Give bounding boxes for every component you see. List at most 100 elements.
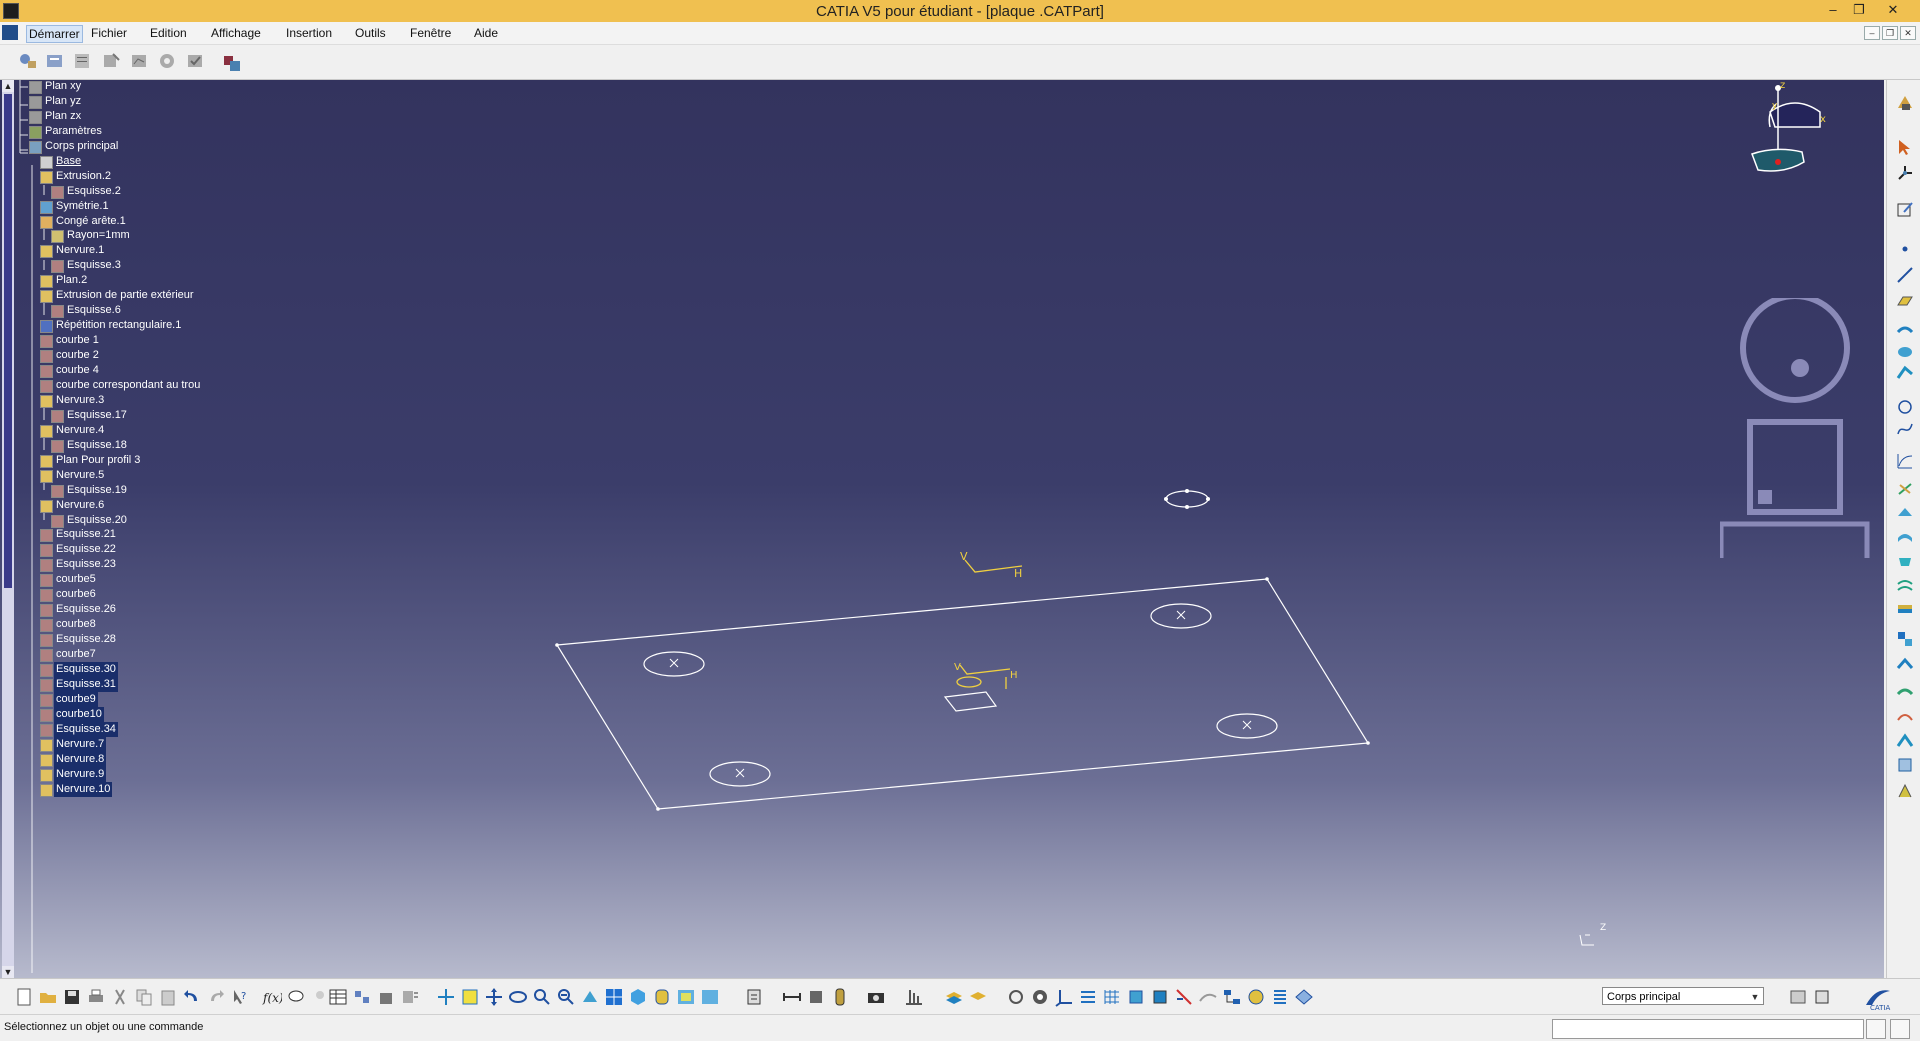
formula-fx-icon[interactable]: f(x) — [262, 987, 282, 1007]
rotate-icon[interactable] — [508, 987, 528, 1007]
command-list-icon[interactable] — [1866, 1019, 1886, 1039]
undo-icon[interactable] — [182, 987, 202, 1007]
zoom-in-icon[interactable] — [532, 987, 552, 1007]
cube-icon[interactable] — [1126, 987, 1146, 1007]
helix-icon[interactable] — [1896, 480, 1914, 498]
sweep-icon[interactable] — [1896, 364, 1914, 382]
revolve-icon[interactable] — [1896, 342, 1914, 360]
axis-icon[interactable] — [1054, 987, 1074, 1007]
restore-button[interactable]: ❐ — [1846, 2, 1872, 18]
refresh-icon[interactable] — [1006, 987, 1026, 1007]
law-icon[interactable] — [129, 51, 149, 71]
loft-icon[interactable] — [1896, 504, 1914, 522]
hide-show-icon[interactable] — [676, 987, 696, 1007]
sketcher-workbench-icon[interactable] — [1896, 94, 1914, 112]
design-table-icon[interactable] — [72, 51, 92, 71]
doc-minimize-button[interactable]: – — [1864, 26, 1880, 40]
properties-icon[interactable] — [400, 987, 420, 1007]
help-icon[interactable]: ? — [230, 987, 250, 1007]
pan-icon[interactable] — [484, 987, 504, 1007]
swap-visible-icon[interactable] — [700, 987, 720, 1007]
normal-view-icon[interactable] — [580, 987, 600, 1007]
snap-grid-icon[interactable] — [1102, 987, 1122, 1007]
material-icon[interactable] — [830, 987, 850, 1007]
spline-icon[interactable] — [1896, 420, 1914, 438]
table-icon[interactable] — [328, 987, 348, 1007]
break-icon[interactable] — [1174, 987, 1194, 1007]
hand-icon[interactable] — [1030, 987, 1050, 1007]
print-icon[interactable] — [86, 987, 106, 1007]
blend-icon[interactable] — [1896, 576, 1914, 594]
body-select-icon[interactable] — [1294, 987, 1314, 1007]
current-body-dropdown[interactable]: Corps principal ▼ — [1602, 987, 1764, 1005]
analysis-icon[interactable] — [1246, 987, 1266, 1007]
hierarchy-icon[interactable] — [1222, 987, 1242, 1007]
grid-tools-icon[interactable] — [904, 987, 924, 1007]
knowledge-icon[interactable] — [157, 51, 177, 71]
list-icon[interactable] — [1270, 987, 1290, 1007]
menu-aide[interactable]: Aide — [472, 25, 500, 41]
comment-icon[interactable] — [286, 987, 306, 1007]
measure-icon[interactable] — [352, 987, 372, 1007]
zoom-out-icon[interactable] — [556, 987, 576, 1007]
multi-view-icon[interactable] — [604, 987, 624, 1007]
fit-all-icon[interactable] — [460, 987, 480, 1007]
point-icon[interactable] — [1896, 240, 1914, 258]
menu-demarrer[interactable]: Démarrer — [26, 25, 83, 43]
extrude-surface-icon[interactable] — [1896, 320, 1914, 338]
select-arrow-icon[interactable] — [1896, 138, 1914, 156]
extrapolate-icon[interactable] — [1896, 684, 1914, 702]
pocket-icon[interactable] — [1896, 756, 1914, 774]
fly-icon[interactable] — [436, 987, 456, 1007]
layers-icon[interactable] — [944, 987, 964, 1007]
transform-icon[interactable] — [1896, 708, 1914, 726]
chevron-down-icon[interactable]: ▼ — [1747, 988, 1763, 1004]
reactions-icon[interactable] — [222, 53, 242, 73]
layer-filter-icon[interactable] — [968, 987, 988, 1007]
cube-view-icon[interactable] — [1150, 987, 1170, 1007]
iso-view-icon[interactable] — [628, 987, 648, 1007]
anchor-icon[interactable] — [806, 987, 826, 1007]
command-input[interactable] — [1552, 1019, 1864, 1039]
catalog-icon[interactable] — [45, 51, 65, 71]
new-document-icon[interactable] — [14, 987, 34, 1007]
circle-icon[interactable] — [1896, 398, 1914, 416]
open-folder-icon[interactable] — [38, 987, 58, 1007]
constraint-icon[interactable] — [782, 987, 802, 1007]
light-icon[interactable] — [310, 987, 330, 1007]
formula-icon[interactable] — [18, 51, 38, 71]
axis-system-icon[interactable] — [1896, 164, 1914, 182]
stop-icon[interactable] — [1890, 1019, 1910, 1039]
rule-icon[interactable] — [101, 51, 121, 71]
shape-icon[interactable] — [1812, 987, 1832, 1007]
mass-icon[interactable] — [376, 987, 396, 1007]
redo-icon[interactable] — [206, 987, 226, 1007]
save-icon[interactable] — [62, 987, 82, 1007]
copy-icon[interactable] — [134, 987, 154, 1007]
update-icon[interactable] — [744, 987, 764, 1007]
menu-insertion[interactable]: Insertion — [284, 25, 334, 41]
trim-icon[interactable] — [1198, 987, 1218, 1007]
menu-edition[interactable]: Edition — [148, 25, 189, 41]
plane-icon[interactable] — [1896, 292, 1914, 310]
workbench-icon[interactable] — [2, 25, 18, 40]
close-button[interactable]: ✕ — [1880, 2, 1906, 18]
line-icon[interactable] — [1896, 266, 1914, 284]
paste-icon[interactable] — [158, 987, 178, 1007]
split-icon[interactable] — [1896, 656, 1914, 674]
conic-icon[interactable] — [1896, 452, 1914, 470]
thicken-icon[interactable] — [1896, 600, 1914, 618]
cut-icon[interactable] — [110, 987, 130, 1007]
compare-icon[interactable] — [1788, 987, 1808, 1007]
project-icon[interactable] — [1896, 732, 1914, 750]
3d-viewport[interactable]: ▲ ▼ plaque ponçagePlan xyPlan yzPlan zxP… — [0, 80, 1884, 978]
capture-icon[interactable] — [866, 987, 886, 1007]
menu-fichier[interactable]: Fichier — [89, 25, 129, 41]
menu-affichage[interactable]: Affichage — [209, 25, 263, 41]
tree-tools-icon[interactable] — [1078, 987, 1098, 1007]
sketch-icon[interactable] — [1896, 200, 1914, 218]
menu-fenetre[interactable]: Fenêtre — [408, 25, 453, 41]
doc-restore-button[interactable]: ❐ — [1882, 26, 1898, 40]
fill-icon[interactable] — [1896, 552, 1914, 570]
menu-outils[interactable]: Outils — [353, 25, 388, 41]
